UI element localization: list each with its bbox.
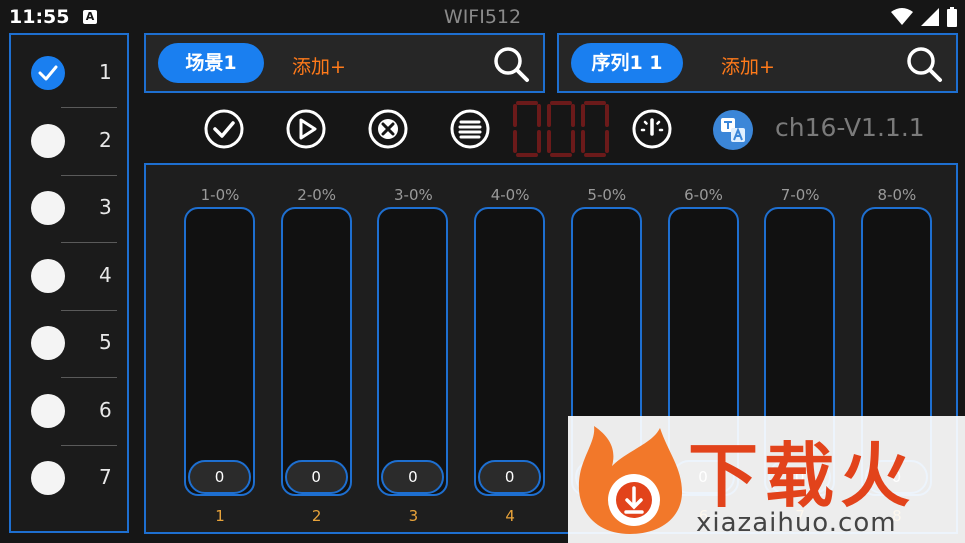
channel-number: 7	[99, 465, 112, 489]
cancel-icon[interactable]	[367, 108, 409, 150]
sequence-add-link[interactable]: 添加+	[721, 52, 775, 79]
translate-icon[interactable]	[712, 109, 754, 151]
channel-checkbox[interactable]	[31, 191, 65, 225]
app-title: WIFI512	[443, 6, 522, 28]
check-icon	[38, 65, 58, 81]
fader-knob[interactable]: 0	[478, 460, 542, 494]
fader-label: 7-0%	[780, 186, 820, 204]
channel-row-7[interactable]: 7	[11, 446, 127, 513]
battery-icon	[947, 7, 957, 27]
segment	[516, 153, 538, 157]
segment	[550, 101, 572, 105]
fader-label: 5-0%	[587, 186, 627, 204]
channel-checkbox[interactable]	[31, 123, 65, 158]
segment	[584, 153, 606, 157]
segment	[581, 130, 585, 153]
segment-display	[513, 101, 609, 157]
segment	[547, 104, 551, 127]
segment	[581, 104, 585, 127]
sequence-search-icon[interactable]	[904, 44, 944, 84]
channel-checkbox[interactable]	[31, 258, 65, 293]
fader-track-2[interactable]: 0	[280, 207, 352, 496]
wifi-icon	[891, 8, 913, 25]
segment	[516, 101, 538, 105]
channel-number: 3	[99, 195, 112, 219]
channel-row-4[interactable]: 4	[11, 244, 127, 311]
segment	[513, 104, 517, 127]
fader-label: 8-0%	[877, 186, 917, 204]
channel-checkbox[interactable]	[31, 393, 65, 428]
fader-track-4[interactable]: 0	[474, 207, 546, 496]
segment	[571, 104, 575, 127]
watermark-url: xiazaihuo.com	[696, 508, 897, 538]
segment	[537, 130, 541, 153]
channel-number: 4	[99, 262, 112, 287]
watermark: 下载火 xiazaihuo.com	[568, 416, 965, 543]
scene-pill[interactable]: 场景1	[158, 43, 264, 83]
fader-label: 2-0%	[297, 186, 337, 204]
segment	[605, 104, 609, 127]
fader-track-3[interactable]: 0	[377, 207, 449, 496]
channel-row-2[interactable]: 2	[11, 109, 127, 176]
fader-channel-number: 3	[408, 507, 419, 525]
scene-box: 场景1 添加+	[144, 33, 545, 93]
speed-gauge-icon[interactable]	[631, 108, 673, 150]
fader-label: 3-0%	[394, 186, 433, 204]
fader-track-1[interactable]: 0	[184, 207, 255, 496]
confirm-icon[interactable]	[203, 108, 245, 150]
channel-row-6[interactable]: 6	[11, 379, 127, 446]
watermark-title: 下载火	[688, 435, 916, 517]
segment	[513, 130, 517, 153]
channel-row-5[interactable]: 5	[11, 311, 127, 378]
sequence-pill[interactable]: 序列1 1	[571, 43, 683, 83]
segment	[605, 130, 609, 153]
fader-channel-number: 4	[505, 507, 515, 525]
channel-number: 1	[99, 60, 112, 84]
status-icons	[891, 6, 957, 28]
play-icon[interactable]	[285, 108, 327, 150]
scene-search-icon[interactable]	[491, 44, 531, 84]
fader-channel-number: 1	[215, 507, 225, 525]
watermark-logo-icon	[578, 426, 682, 534]
segment	[550, 153, 572, 157]
segment	[571, 130, 575, 153]
segment	[537, 104, 541, 127]
channel-checkbox-checked[interactable]	[31, 56, 65, 90]
channel-number: 5	[99, 330, 112, 354]
version-label: ch16-V1.1.1	[775, 113, 925, 142]
channel-checkbox[interactable]	[31, 461, 65, 495]
fader-knob[interactable]: 0	[188, 460, 251, 494]
segment	[584, 101, 606, 105]
channel-number: 2	[99, 127, 112, 152]
channel-list: 1 2 3 4 5 6 7	[9, 33, 129, 533]
channel-checkbox[interactable]	[31, 326, 65, 360]
fader-label: 1-0%	[200, 186, 240, 204]
fader-label: 4-0%	[490, 186, 530, 204]
fader-knob[interactable]: 0	[381, 460, 445, 494]
channel-number: 6	[99, 397, 112, 422]
channel-row-3[interactable]: 3	[11, 176, 127, 243]
channel-row-1[interactable]: 1	[11, 41, 127, 108]
fader-channel-number: 2	[311, 507, 322, 525]
menu-icon[interactable]	[449, 108, 491, 150]
fader-label: 6-0%	[684, 186, 723, 204]
signal-icon	[921, 8, 939, 26]
segment	[547, 130, 551, 153]
sequence-box: 序列1 1 添加+	[557, 33, 958, 93]
fader-knob[interactable]: 0	[284, 460, 348, 494]
scene-add-link[interactable]: 添加+	[292, 52, 346, 79]
